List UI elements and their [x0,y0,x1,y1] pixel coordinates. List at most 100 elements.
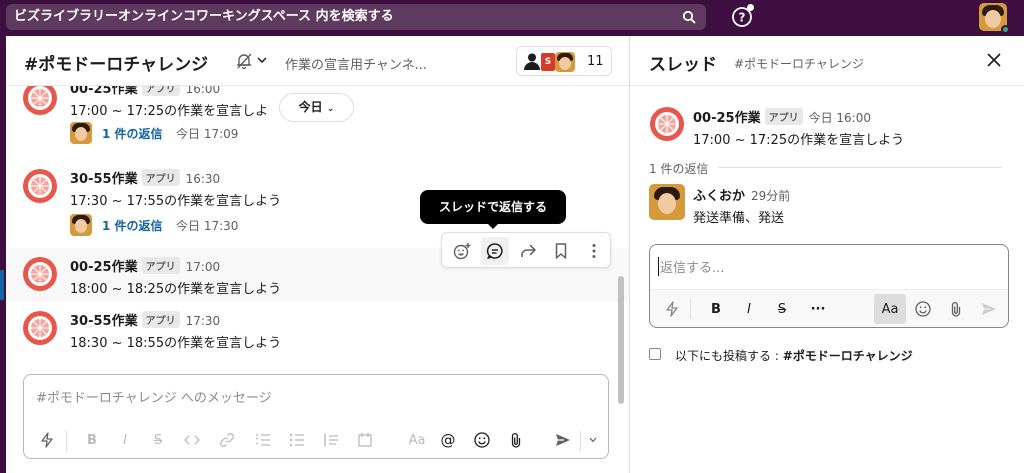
message-time[interactable]: 17:00 [186,260,221,274]
lightning-icon [666,301,678,317]
message[interactable]: 30-55作業 アプリ 17:30 18:30 ~ 18:55の作業を宣言しよう [6,304,629,354]
bold-button[interactable]: B [706,298,726,320]
reply-time[interactable]: 29分前 [751,189,790,203]
send-options-button[interactable] [586,429,600,451]
app-badge: アプリ [764,108,803,125]
emoji-button[interactable] [913,298,933,320]
channel-header: #ポモドーロチャレンジ 作業の宣言用チャンネ... S 11 [6,36,629,86]
thread-reply-composer[interactable]: 返信する... B I S ··· Aa [649,244,1009,328]
composer-placeholder[interactable]: #ポモドーロチャレンジ へのメッセージ [36,387,272,406]
svg-text:?: ? [739,11,746,25]
bullet-list-icon [289,433,304,447]
message-time[interactable]: 16:30 [186,172,221,186]
more-actions-button[interactable] [580,237,608,265]
thread-parent-author[interactable]: 00-25作業 [693,111,761,126]
reply-placeholder[interactable]: 返信する... [658,257,724,276]
send-icon [982,303,996,315]
chevron-down-icon[interactable] [257,56,267,64]
link-button[interactable] [217,429,237,451]
online-status-dot [1001,25,1010,34]
channel-topic[interactable]: 作業の宣言用チャンネ... [285,54,427,73]
reply-time: 今日 17:30 [176,219,239,233]
message-scrollbar[interactable] [618,276,624,404]
emoji-button[interactable] [472,429,492,451]
message-time[interactable]: 16:00 [186,86,221,96]
member-avatar-s: S [541,53,555,71]
more-formatting-button[interactable]: ··· [807,298,829,320]
share-message-button[interactable] [514,237,542,265]
paperclip-icon [511,432,521,448]
send-button[interactable] [552,429,574,451]
send-button[interactable] [979,298,999,320]
reply-in-thread-button[interactable] [481,237,509,265]
link-icon [220,433,234,447]
message-author[interactable]: 00-25作業 [70,86,138,97]
pomodoro-app-icon [23,86,57,115]
reply-count-link[interactable]: 1 件の返信 [102,125,163,142]
emoji-add-icon [453,243,471,260]
numbered-list-icon [256,433,270,446]
send-divider [580,431,581,451]
member-avatar [555,52,575,72]
attach-file-button[interactable] [506,429,526,451]
formatting-toggle-button[interactable]: Aa [406,429,428,451]
thread-parent-text: 17:00 ~ 17:25の作業を宣言しよう [693,133,905,148]
thread-reply-count: 1 件の返信 [649,162,709,176]
message-composer[interactable]: #ポモドーロチャレンジ へのメッセージ B I S Aa @ [23,374,609,459]
thread-title: スレッド [649,55,717,75]
app-badge: アプリ [141,169,180,186]
shortcuts-button[interactable] [36,429,58,451]
search-text: ビズライブラリーオンラインコワーキングスペース 内を検索する [14,9,394,24]
shortcuts-button[interactable] [662,298,682,320]
pomodoro-app-icon [650,107,684,141]
members-button[interactable]: S 11 [516,46,612,76]
search-bar[interactable]: ビズライブラリーオンラインコワーキングスペース 内を検索する [6,4,706,30]
thread-pane: スレッド #ポモドーロチャレンジ 00-25作業 アプリ 今日 16:00 17:0… [629,36,1024,473]
app-badge: アプリ [141,311,180,328]
attach-file-button[interactable] [946,298,966,320]
blockquote-button[interactable] [321,429,341,451]
thread-parent-time[interactable]: 今日 16:00 [809,111,871,125]
quote-icon [324,434,338,446]
message-time[interactable]: 17:30 [186,314,221,328]
message-author[interactable]: 30-55作業 [70,314,138,329]
italic-button[interactable]: I [739,298,759,320]
thread-channel-link[interactable]: #ポモドーロチャレンジ [734,55,864,72]
send-icon [556,434,570,446]
reply-author-avatar[interactable] [649,184,685,220]
toolbar-divider [690,299,691,319]
reply-toolbar: B I S ··· Aa [650,289,1008,327]
reply-count-link[interactable]: 1 件の返信 [102,217,163,234]
strikethrough-button[interactable]: S [148,429,168,451]
mention-button[interactable]: @ [438,429,458,451]
message-author[interactable]: 30-55作業 [70,172,138,187]
channel-title[interactable]: #ポモドーロチャレンジ [24,50,208,75]
save-message-button[interactable] [547,237,575,265]
reply-in-thread-tooltip: スレッドで返信する [420,190,566,224]
composer-toolbar: B I S Aa @ [24,423,608,459]
close-icon[interactable] [986,52,1002,68]
add-reaction-button[interactable] [448,237,476,265]
date-divider-today[interactable]: 今日 ⌄ [279,93,354,122]
paperclip-icon [951,301,961,317]
code-block-button[interactable] [355,429,375,451]
also-send-label: 以下にも投稿する : [675,349,783,363]
message-actions-menu [441,232,611,268]
pomodoro-app-icon [23,169,57,203]
formatting-toggle-button[interactable]: Aa [874,294,906,324]
also-send-checkbox[interactable] [649,348,661,360]
bulleted-list-button[interactable] [287,429,307,451]
code-button[interactable] [182,429,202,451]
reply-text: 発送準備、発送 [693,211,785,226]
chevron-down-icon: ⌄ [326,104,335,114]
italic-button[interactable]: I [115,429,135,451]
ordered-list-button[interactable] [253,429,273,451]
strikethrough-button[interactable]: S [772,298,792,320]
muted-bell-icon[interactable] [235,52,253,70]
message-author[interactable]: 00-25作業 [70,260,138,275]
channel-pane: #ポモドーロチャレンジ 作業の宣言用チャンネ... S 11 00-25作業アプ… [6,36,629,473]
message-text: 18:30 ~ 18:55の作業を宣言しよう [70,336,282,351]
bookmark-icon [555,243,567,259]
bold-button[interactable]: B [82,429,102,451]
reply-author[interactable]: ふくおか [693,189,745,204]
